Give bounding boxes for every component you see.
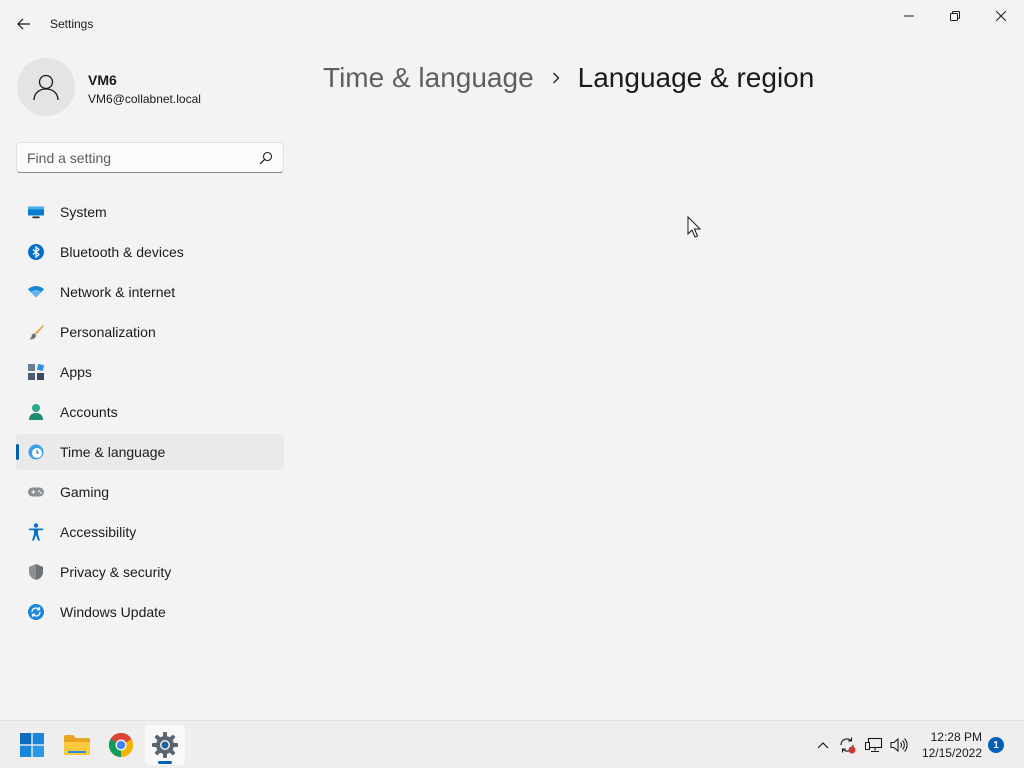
nav-item-personalization[interactable]: Personalization: [16, 314, 284, 350]
active-app-indicator: [158, 761, 172, 764]
nav-label: Time & language: [60, 444, 166, 460]
nav-item-apps[interactable]: Apps: [16, 354, 284, 390]
gamepad-icon: [28, 484, 44, 500]
page-title: Language & region: [577, 62, 815, 93]
taskbar-chrome[interactable]: [101, 725, 141, 765]
nav-item-gaming[interactable]: Gaming: [16, 474, 284, 510]
nav-item-network[interactable]: Network & internet: [16, 274, 284, 310]
nav-item-windows-update[interactable]: Windows Update: [16, 594, 284, 630]
nav-item-privacy[interactable]: Privacy & security: [16, 554, 284, 590]
nav-item-accounts[interactable]: Accounts: [16, 394, 284, 430]
folder-icon: [64, 735, 90, 755]
bluetooth-icon: [28, 244, 44, 260]
breadcrumb-parent-link[interactable]: Time & language: [323, 62, 534, 94]
minimize-icon: [904, 15, 914, 17]
wifi-icon: [28, 284, 44, 300]
nav-label: Apps: [60, 364, 92, 380]
nav-label: Gaming: [60, 484, 110, 500]
chevron-right-icon: [552, 72, 560, 84]
nav-item-bluetooth[interactable]: Bluetooth & devices: [16, 234, 284, 270]
notification-badge[interactable]: 1: [988, 737, 1004, 753]
start-button[interactable]: [12, 725, 52, 765]
mouse-cursor-icon: [687, 216, 701, 238]
close-icon: [996, 11, 1006, 21]
show-hidden-icons-button[interactable]: [813, 735, 833, 755]
user-email: VM6@collabnet.local: [88, 92, 201, 106]
clock-time: 12:28 PM: [930, 730, 982, 744]
app-title: Settings: [50, 17, 94, 31]
network-ethernet-icon: [865, 737, 883, 753]
nav-label: Windows Update: [60, 604, 166, 620]
avatar: [17, 58, 75, 116]
sync-alert-icon: [840, 737, 856, 754]
nav-label: Network & internet: [60, 284, 176, 300]
clock-date: 12/15/2022: [921, 746, 982, 760]
tray-sync-status[interactable]: [837, 735, 857, 755]
account-icon: [28, 404, 44, 420]
nav-label: Bluetooth & devices: [60, 244, 184, 260]
user-profile[interactable]: VM6 VM6@collabnet.local: [17, 58, 277, 118]
taskbar-clock[interactable]: 12:28 PM 12/15/2022: [912, 729, 982, 761]
brush-icon: [28, 324, 44, 340]
settings-gear-icon: [152, 732, 178, 758]
volume-icon: [890, 737, 908, 753]
settings-nav: System Bluetooth & devices Network & int…: [16, 194, 284, 634]
search-box[interactable]: [16, 142, 284, 173]
time-language-icon: [28, 444, 44, 460]
system-icon: [28, 204, 44, 220]
search-icon[interactable]: [259, 151, 273, 165]
search-input[interactable]: [17, 143, 253, 172]
nav-label: Privacy & security: [60, 564, 172, 580]
tray-network[interactable]: [864, 735, 884, 755]
tray-volume[interactable]: [889, 735, 909, 755]
nav-item-time-language[interactable]: Time & language: [16, 434, 284, 470]
nav-label: Personalization: [60, 324, 156, 340]
breadcrumb: Time & language Language & region: [323, 58, 814, 98]
windows-logo-icon: [20, 733, 44, 757]
user-name: VM6: [88, 72, 117, 88]
accessibility-icon: [28, 523, 44, 541]
nav-label: Accounts: [60, 404, 118, 420]
update-icon: [28, 604, 44, 620]
nav-label: Accessibility: [60, 524, 137, 540]
nav-item-accessibility[interactable]: Accessibility: [16, 514, 284, 550]
apps-icon: [28, 364, 44, 380]
back-button[interactable]: [10, 10, 38, 38]
chevron-up-icon: [817, 742, 829, 749]
taskbar-file-explorer[interactable]: [57, 725, 97, 765]
shield-icon: [28, 564, 44, 580]
restore-button[interactable]: [932, 0, 978, 32]
nav-label: System: [60, 204, 107, 220]
user-icon: [33, 74, 59, 101]
title-bar: Settings: [0, 0, 1024, 48]
taskbar-settings[interactable]: [145, 725, 185, 765]
taskbar: 12:28 PM 12/15/2022 1: [0, 720, 1024, 768]
close-button[interactable]: [978, 0, 1024, 32]
chrome-icon: [109, 733, 133, 757]
back-arrow-icon: [17, 18, 30, 30]
nav-item-system[interactable]: System: [16, 194, 284, 230]
restore-icon: [950, 11, 960, 21]
minimize-button[interactable]: [886, 0, 932, 32]
